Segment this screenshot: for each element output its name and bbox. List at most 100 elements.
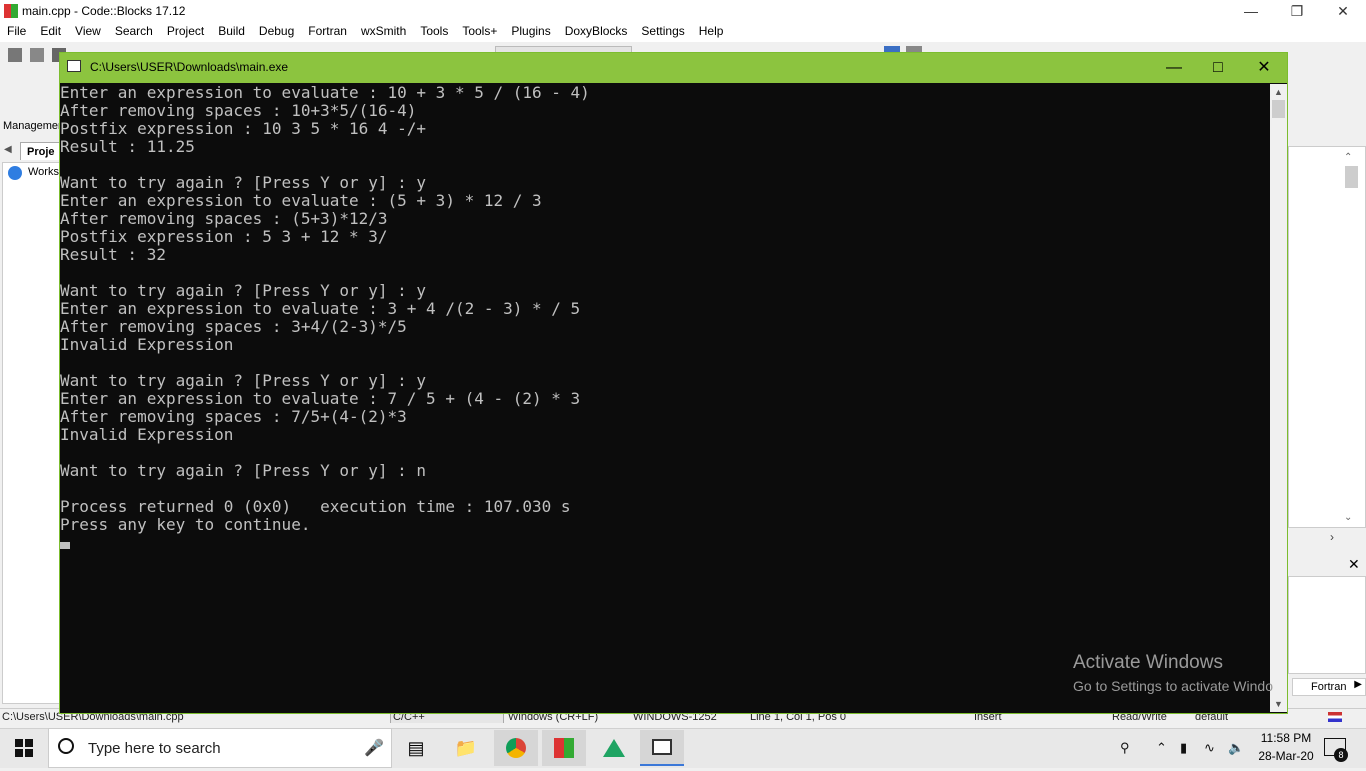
- tab-fortran-label: Fortran: [1311, 681, 1347, 693]
- console-line: Want to try again ? [Press Y or y] : y: [60, 173, 427, 192]
- console-line: Want to try again ? [Press Y or y] : y: [60, 281, 427, 300]
- codeblocks-app-icon: [4, 4, 18, 18]
- ide-close-button[interactable]: ✕: [1320, 0, 1366, 22]
- console-taskbar-button[interactable]: [640, 730, 684, 766]
- menu-fortran[interactable]: Fortran: [301, 22, 354, 38]
- menu-tools[interactable]: Tools: [413, 22, 455, 38]
- wifi-icon[interactable]: ∿: [1204, 740, 1215, 756]
- google-drive-taskbar-button[interactable]: [592, 730, 636, 766]
- codeblocks-taskbar-button[interactable]: [542, 730, 586, 766]
- toolbar-open-icon[interactable]: [30, 48, 44, 62]
- activate-windows-title: Activate Windows: [1073, 652, 1223, 673]
- console-line: Result : 11.25: [60, 137, 195, 156]
- panel-close-icon[interactable]: ✕: [1348, 556, 1360, 573]
- chrome-taskbar-button[interactable]: [494, 730, 538, 766]
- people-icon[interactable]: ⚲: [1120, 740, 1130, 756]
- console-line: After removing spaces : 10+3*5/(16-4): [60, 101, 417, 120]
- menu-plugins[interactable]: Plugins: [504, 22, 557, 38]
- codeblocks-icon: [554, 738, 574, 758]
- tab-scroll-left-icon[interactable]: ◀: [4, 144, 12, 155]
- scrollbar-thumb[interactable]: [1345, 166, 1358, 188]
- console-maximize-button[interactable]: □: [1195, 53, 1241, 83]
- console-scroll-down-icon[interactable]: ▼: [1270, 696, 1287, 712]
- tab-scroll-right-icon[interactable]: ▶: [1354, 679, 1362, 690]
- menu-project[interactable]: Project: [160, 22, 211, 38]
- flag-icon: [1328, 712, 1342, 722]
- menu-help[interactable]: Help: [692, 22, 731, 38]
- console-line: Press any key to continue.: [60, 515, 311, 534]
- console-minimize-button[interactable]: —: [1151, 53, 1197, 83]
- notification-count-badge: 8: [1334, 748, 1348, 762]
- scroll-right-icon[interactable]: ›: [1330, 530, 1334, 544]
- tab-fortran[interactable]: Fortran ▶: [1292, 678, 1366, 696]
- console-line: Invalid Expression: [60, 425, 234, 444]
- console-cursor: [60, 542, 70, 549]
- console-line: After removing spaces : 7/5+(4-(2)*3: [60, 407, 407, 426]
- console-scroll-up-icon[interactable]: ▲: [1270, 84, 1287, 100]
- tab-projects[interactable]: Proje: [20, 142, 60, 160]
- menu-tools-plus[interactable]: Tools+: [455, 22, 504, 38]
- workspace-tree-item[interactable]: Works: [28, 166, 59, 178]
- google-drive-icon: [603, 739, 625, 757]
- windows-logo-icon: [15, 739, 33, 757]
- activate-windows-watermark: Activate Windows Go to Settings to activ…: [1073, 652, 1273, 694]
- console-app-icon: [67, 60, 81, 72]
- console-line: After removing spaces : (5+3)*12/3: [60, 209, 388, 228]
- menu-debug[interactable]: Debug: [252, 22, 301, 38]
- start-button[interactable]: [0, 728, 48, 768]
- console-output[interactable]: Enter an expression to evaluate : 10 + 3…: [60, 84, 1270, 712]
- console-line: Invalid Expression: [60, 335, 234, 354]
- toolbar-new-icon[interactable]: [8, 48, 22, 62]
- menu-search[interactable]: Search: [108, 22, 160, 38]
- menu-wxsmith[interactable]: wxSmith: [354, 22, 413, 38]
- console-close-button[interactable]: ✕: [1241, 53, 1287, 83]
- ide-menubar: File Edit View Search Project Build Debug Fortr…: [0, 22, 1366, 42]
- file-explorer-icon[interactable]: 📁: [444, 730, 488, 766]
- console-icon: [652, 739, 672, 755]
- taskbar-search-placeholder: Type here to search: [88, 740, 221, 757]
- microphone-icon[interactable]: 🎤: [364, 738, 384, 758]
- chrome-icon: [506, 738, 526, 758]
- clock-time[interactable]: 11:58 PM: [1256, 731, 1316, 745]
- volume-icon[interactable]: 🔈: [1228, 740, 1244, 756]
- console-line: Enter an expression to evaluate : 10 + 3…: [60, 84, 590, 102]
- console-title: C:\Users\USER\Downloads\main.exe: [90, 60, 289, 74]
- ide-titlebar: [0, 0, 1366, 22]
- console-line: Want to try again ? [Press Y or y] : y: [60, 371, 427, 390]
- workspace-icon: [8, 166, 22, 180]
- console-line: Postfix expression : 10 3 5 * 16 4 -/+: [60, 119, 427, 138]
- menu-edit[interactable]: Edit: [33, 22, 68, 38]
- show-hidden-icons-icon[interactable]: ⌃: [1156, 740, 1167, 756]
- menu-file[interactable]: File: [0, 22, 33, 38]
- console-line: After removing spaces : 3+4/(2-3)*/5: [60, 317, 407, 336]
- console-scrollbar[interactable]: [1270, 84, 1287, 712]
- scroll-up-icon[interactable]: ⌃: [1344, 152, 1352, 163]
- clock-date[interactable]: 28-Mar-20: [1256, 749, 1316, 763]
- console-line: Process returned 0 (0x0) execution time …: [60, 497, 571, 516]
- projects-tree: [2, 162, 62, 704]
- menu-doxyblocks[interactable]: DoxyBlocks: [558, 22, 635, 38]
- task-view-icon[interactable]: ▤: [394, 730, 438, 766]
- right-panel-upper: [1288, 146, 1366, 528]
- ide-restore-button[interactable]: ❐: [1274, 0, 1320, 22]
- console-line: Enter an expression to evaluate : 3 + 4 …: [60, 299, 581, 318]
- console-line: Enter an expression to evaluate : (5 + 3…: [60, 191, 542, 210]
- console-line: Enter an expression to evaluate : 7 / 5 …: [60, 389, 581, 408]
- ide-minimize-button[interactable]: —: [1228, 0, 1274, 22]
- console-line: Want to try again ? [Press Y or y] : n: [60, 461, 427, 480]
- management-pane-title: Managemen: [3, 120, 65, 132]
- menu-view[interactable]: View: [68, 22, 108, 38]
- battery-icon[interactable]: ▮: [1180, 740, 1187, 756]
- right-panel-lower: [1288, 576, 1366, 674]
- console-scrollbar-thumb[interactable]: [1272, 100, 1285, 118]
- menu-settings[interactable]: Settings: [634, 22, 691, 38]
- activate-windows-subtitle: Go to Settings to activate Windo: [1073, 678, 1273, 694]
- scroll-down-icon[interactable]: ⌄: [1344, 512, 1352, 523]
- console-line: Postfix expression : 5 3 + 12 * 3/: [60, 227, 388, 246]
- menu-build[interactable]: Build: [211, 22, 252, 38]
